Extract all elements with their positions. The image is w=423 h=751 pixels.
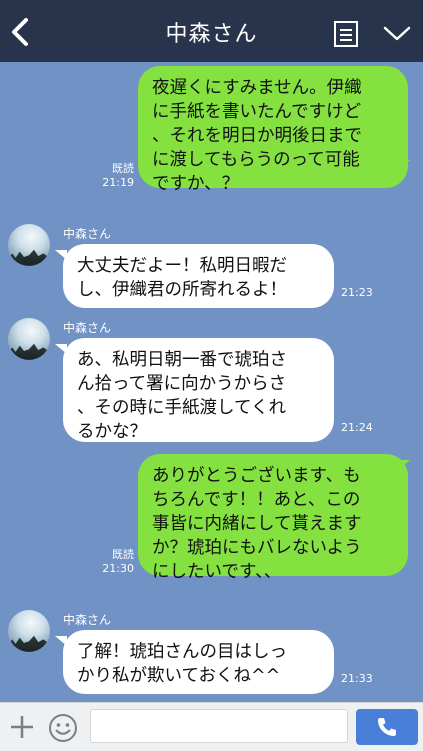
chat-title: 中森さん [165,22,258,47]
outgoing-message-bubble[interactable]: 夜遅くにすみません。伊織 に手紙を書いたんですけど 、それを明日か明後日まで に… [138,66,408,194]
message-time: 21:19 [102,176,134,189]
chat-header: 中森さん [0,0,423,62]
outgoing-message-bubble[interactable]: ありがとうございます、も ちろんです！！あと、この 事皆に内緒にして貰えます か… [138,454,408,582]
message-time: 21:33 [341,672,373,685]
chat-area[interactable]: 既読 21:19 夜遅くにすみません。伊織 に手紙を書いたんですけど 、それを明… [0,62,423,702]
plus-icon[interactable] [8,713,36,741]
incoming-message-bubble[interactable]: 了解！琥珀さんの目はしっ かり私が欺いておくね^^ [63,630,334,694]
message-meta: 既読 21:30 [96,548,134,576]
call-button[interactable] [356,709,418,745]
avatar[interactable] [8,610,50,652]
sender-name: 中森さん [63,227,112,241]
avatar[interactable] [8,224,50,266]
phone-icon [378,718,396,736]
incoming-message-bubble[interactable]: 大丈夫だよー！私明日暇だ し、伊織君の所寄れるよ！ [63,244,334,308]
read-receipt: 既読 [112,162,134,175]
sender-name: 中森さん [63,613,112,627]
message-input-bar [0,702,423,751]
message-time: 21:23 [341,286,373,299]
memo-icon[interactable] [333,20,359,48]
smiley-icon[interactable] [47,712,79,744]
chevron-down-icon[interactable] [382,24,412,44]
incoming-message-bubble[interactable]: あ、私明日朝一番で琥珀さ ん拾って署に向かうからさ 、その時に手紙渡してくれ る… [63,338,334,442]
message-meta: 既読 21:19 [96,162,134,190]
read-receipt: 既読 [112,548,134,561]
sender-name: 中森さん [63,321,112,335]
message-time: 21:24 [341,421,373,434]
message-time: 21:30 [102,562,134,575]
message-input[interactable] [90,709,348,743]
avatar[interactable] [8,318,50,360]
